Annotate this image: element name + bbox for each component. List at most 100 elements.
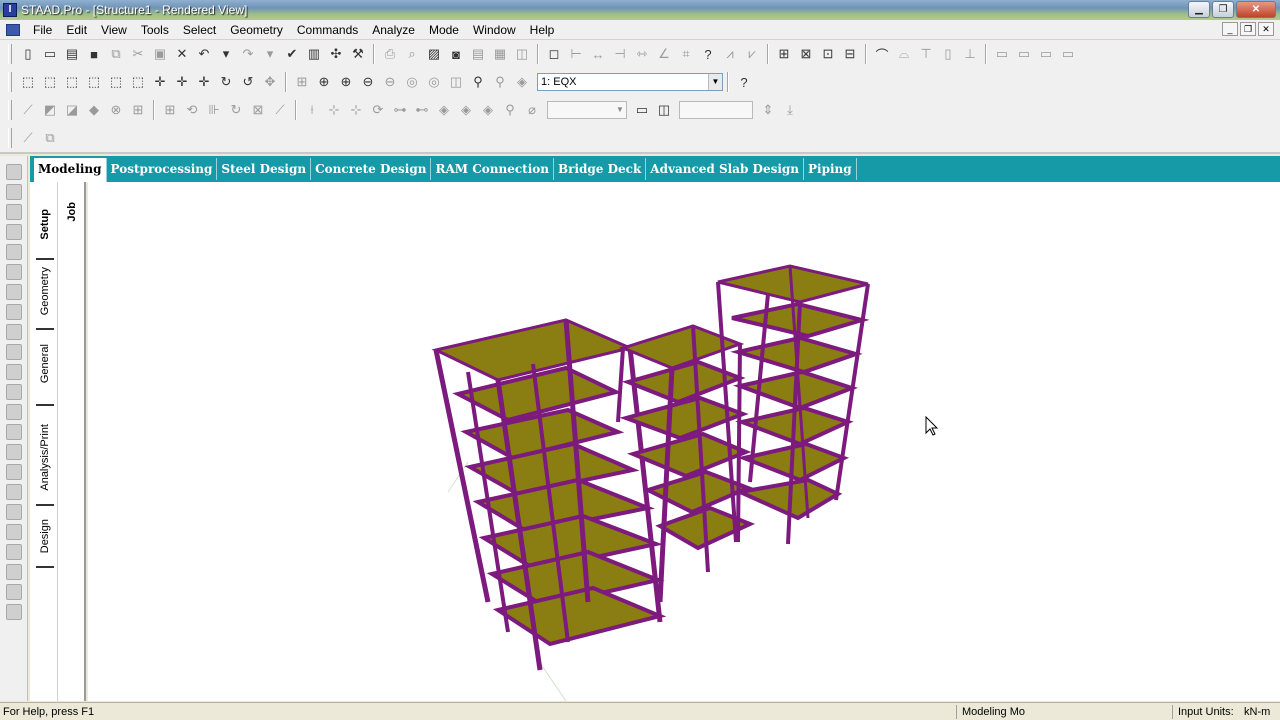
redo-icon[interactable]: ↷ bbox=[239, 45, 257, 63]
tab-postprocessing[interactable]: Postprocessing bbox=[107, 158, 218, 180]
split-beam-icon[interactable]: ⟋ bbox=[271, 101, 289, 119]
chevron-down-icon[interactable]: ▼ bbox=[708, 74, 722, 90]
select-by-id-icon[interactable] bbox=[5, 304, 22, 320]
layout-1-icon[interactable]: ▭ bbox=[993, 45, 1011, 63]
chevron-down-icon[interactable]: ▼ bbox=[614, 102, 626, 118]
menu-file[interactable]: File bbox=[26, 23, 59, 37]
group-select[interactable]: ▼ bbox=[547, 101, 627, 119]
beam-cursor-icon[interactable]: ⊡ bbox=[819, 45, 837, 63]
menu-geometry[interactable]: Geometry bbox=[223, 23, 290, 37]
redo-dropdown-icon[interactable]: ▾ bbox=[261, 45, 279, 63]
tab-modeling[interactable]: Modeling bbox=[34, 158, 107, 182]
front-view-icon[interactable]: ⬚ bbox=[41, 73, 59, 91]
mdi-close-button[interactable]: ✕ bbox=[1258, 22, 1274, 36]
menu-edit[interactable]: Edit bbox=[59, 23, 94, 37]
minimize-button[interactable]: ▁ bbox=[1188, 1, 1210, 18]
vtab-job[interactable]: Job bbox=[60, 192, 84, 232]
mirror-icon[interactable]: ⊪ bbox=[205, 101, 223, 119]
spin-left-icon[interactable]: ↺ bbox=[239, 73, 257, 91]
mdi-minimize-button[interactable]: _ bbox=[1222, 22, 1238, 36]
zoom-window-icon[interactable]: ⊕ bbox=[337, 73, 355, 91]
spec-cursor-icon[interactable] bbox=[5, 424, 22, 440]
parallel-cursor-icon[interactable] bbox=[5, 284, 22, 300]
tab-bridge-deck[interactable]: Bridge Deck bbox=[554, 158, 647, 180]
undo-dropdown-icon[interactable]: ▾ bbox=[217, 45, 235, 63]
cursor-beam-icon[interactable]: ⟊ bbox=[303, 101, 321, 119]
move-icon[interactable]: ⊠ bbox=[249, 101, 267, 119]
magnifier-icon[interactable]: ⚲ bbox=[469, 73, 487, 91]
cursor-add-icon[interactable]: ⊹ bbox=[347, 101, 365, 119]
snap-grid-icon[interactable]: ✣ bbox=[327, 45, 345, 63]
property-field[interactable] bbox=[679, 101, 753, 119]
new-view-icon[interactable]: ◫ bbox=[447, 73, 465, 91]
design-cursor-icon[interactable] bbox=[5, 524, 22, 540]
report-icon[interactable]: ▥ bbox=[305, 45, 323, 63]
menu-commands[interactable]: Commands bbox=[290, 23, 365, 37]
open-folder-icon[interactable]: ▤ bbox=[63, 45, 81, 63]
load-cursor-icon[interactable] bbox=[5, 384, 22, 400]
toolbar-grip[interactable] bbox=[8, 72, 12, 92]
copy-icon[interactable]: ⧉ bbox=[107, 45, 125, 63]
staad-logo-icon[interactable]: I bbox=[3, 3, 17, 17]
property-cursor-icon[interactable] bbox=[5, 344, 22, 360]
cursor-parametric-icon[interactable]: ⚲ bbox=[501, 101, 519, 119]
geometry-cursor-icon[interactable] bbox=[5, 264, 22, 280]
grid-icon[interactable]: ⊞ bbox=[129, 101, 147, 119]
info-icon[interactable]: ◫ bbox=[655, 101, 673, 119]
pan-icon[interactable]: ✥ bbox=[261, 73, 279, 91]
output-cursor-icon[interactable] bbox=[5, 584, 22, 600]
report-setup-icon[interactable]: ▤ bbox=[469, 45, 487, 63]
zoom-previous-icon[interactable]: ⊖ bbox=[381, 73, 399, 91]
distance-icon[interactable]: ⇿ bbox=[633, 45, 651, 63]
tab-concrete-design[interactable]: Concrete Design bbox=[311, 158, 432, 180]
close-button[interactable]: ✕ bbox=[1236, 1, 1276, 18]
rotate-icon[interactable]: ↻ bbox=[227, 101, 245, 119]
arc-icon[interactable]: ⌒ bbox=[873, 45, 891, 63]
toolbar-grip[interactable] bbox=[8, 44, 12, 64]
arch-icon[interactable]: ⌓ bbox=[895, 45, 913, 63]
paste-icon[interactable]: ▣ bbox=[151, 45, 169, 63]
query-icon[interactable]: ? bbox=[699, 45, 717, 63]
menu-view[interactable]: View bbox=[94, 23, 134, 37]
check-icon[interactable]: ✔ bbox=[283, 45, 301, 63]
tab-advanced-slab-design[interactable]: Advanced Slab Design bbox=[646, 158, 805, 180]
take-picture-icon[interactable]: ◙ bbox=[447, 45, 465, 63]
step-down-icon[interactable]: ⤓ bbox=[781, 101, 799, 119]
vtab-general[interactable]: General bbox=[32, 332, 58, 406]
open-file-icon[interactable]: ▭ bbox=[41, 45, 59, 63]
spin-icon[interactable]: ⇕ bbox=[759, 101, 777, 119]
add-surface-icon[interactable]: ◆ bbox=[85, 101, 103, 119]
rotate-up-icon[interactable]: ✛ bbox=[151, 73, 169, 91]
iso-view-icon[interactable]: ⬚ bbox=[19, 73, 37, 91]
plate-cursor-icon[interactable]: ⊟ bbox=[841, 45, 859, 63]
solids-cursor-icon[interactable] bbox=[5, 244, 22, 260]
menu-window[interactable]: Window bbox=[466, 23, 523, 37]
cursor-physical-icon[interactable]: ⌀ bbox=[523, 101, 541, 119]
layout-3-icon[interactable]: ▭ bbox=[1037, 45, 1055, 63]
beam-icon[interactable]: ⊤ bbox=[917, 45, 935, 63]
vtab-setup[interactable]: Setup bbox=[32, 194, 58, 260]
structure-wizard-icon[interactable]: ⊞ bbox=[775, 45, 793, 63]
support-icon[interactable]: ⊥ bbox=[961, 45, 979, 63]
vtab-design[interactable]: Design bbox=[32, 510, 58, 568]
cursor-member-icon[interactable]: ⊶ bbox=[391, 101, 409, 119]
graph-icon[interactable]: ⩗ bbox=[743, 45, 761, 63]
export-icon[interactable]: ◫ bbox=[513, 45, 531, 63]
plates-cursor-icon[interactable] bbox=[5, 204, 22, 220]
beta-cursor-icon[interactable] bbox=[5, 504, 22, 520]
rotate-down-icon[interactable]: ✛ bbox=[173, 73, 191, 91]
vtab-geometry[interactable]: Geometry bbox=[32, 258, 58, 330]
analysis-cursor-icon[interactable] bbox=[5, 544, 22, 560]
display-whole-icon[interactable]: ⊞ bbox=[293, 73, 311, 91]
print-current-view-icon[interactable]: ▨ bbox=[425, 45, 443, 63]
rotate-left-icon[interactable]: ✛ bbox=[195, 73, 213, 91]
translational-repeat-icon[interactable]: ⊞ bbox=[161, 101, 179, 119]
view-cursor-icon[interactable] bbox=[5, 564, 22, 580]
release-cursor-icon[interactable] bbox=[5, 444, 22, 460]
beam-length-icon[interactable]: ⊣ bbox=[611, 45, 629, 63]
right-view-icon[interactable]: ⬚ bbox=[107, 73, 125, 91]
material-cursor-icon[interactable] bbox=[5, 484, 22, 500]
menu-help[interactable]: Help bbox=[523, 23, 562, 37]
layout-2-icon[interactable]: ▭ bbox=[1015, 45, 1033, 63]
cursor-solid-icon[interactable]: ◈ bbox=[457, 101, 475, 119]
